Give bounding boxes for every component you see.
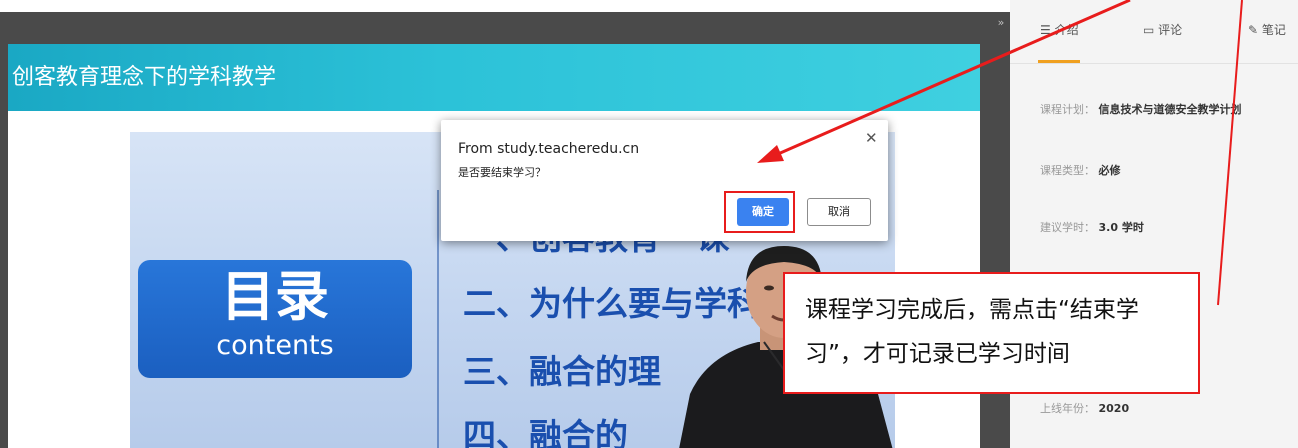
suggested-hours-label: 建议学时： bbox=[1040, 221, 1095, 234]
top-strip bbox=[0, 0, 1010, 12]
tab-notes[interactable]: ✎ 笔记 bbox=[1248, 22, 1286, 38]
release-year-label: 上线年份： bbox=[1040, 402, 1095, 415]
info-release-year: 上线年份： 2020 bbox=[1040, 401, 1129, 417]
pencil-icon: ✎ bbox=[1248, 23, 1259, 37]
suggested-hours-value: 3.0 学时 bbox=[1098, 221, 1144, 234]
annotation-text: 课程学习完成后，需点击“结束学习”，才可记录已学习时间 bbox=[805, 297, 1139, 367]
slide-divider bbox=[437, 190, 439, 448]
comment-icon: ▭ bbox=[1143, 23, 1155, 37]
close-icon[interactable]: ✕ bbox=[865, 130, 878, 146]
course-type-value: 必修 bbox=[1098, 164, 1121, 177]
info-suggested-hours: 建议学时： 3.0 学时 bbox=[1040, 220, 1144, 236]
info-course-plan: 课程计划： 信息技术与道德安全教学计划 bbox=[1040, 102, 1242, 118]
cancel-button[interactable]: 取消 bbox=[807, 198, 871, 226]
slide-line-4: 四、融合的 bbox=[463, 416, 628, 448]
dialog-message: 是否要结束学习？ bbox=[458, 166, 546, 179]
annotation-callout: 课程学习完成后，需点击“结束学习”，才可记录已学习时间 bbox=[783, 272, 1200, 394]
collapse-panel-icon[interactable]: » bbox=[995, 16, 1007, 30]
dialog-origin: From study.teacheredu.cn bbox=[458, 141, 640, 157]
release-year-value: 2020 bbox=[1098, 402, 1130, 415]
slide-toc-box: 目录 contents bbox=[138, 260, 412, 378]
list-icon: ☰ bbox=[1040, 23, 1051, 37]
tab-divider bbox=[1010, 63, 1298, 64]
tab-comments[interactable]: ▭ 评论 bbox=[1143, 22, 1182, 38]
slide-line-3: 三、融合的理 bbox=[463, 352, 661, 391]
course-type-label: 课程类型： bbox=[1040, 164, 1095, 177]
tab-comments-label: 评论 bbox=[1158, 23, 1183, 37]
slide-toc-title: 目录 bbox=[221, 265, 329, 328]
tab-intro-label: 介绍 bbox=[1054, 23, 1079, 37]
slide-toc-subtitle: contents bbox=[216, 330, 334, 361]
info-course-type: 课程类型： 必修 bbox=[1040, 163, 1121, 179]
course-title: 创客教育理念下的学科教学 bbox=[12, 65, 277, 90]
tab-notes-label: 笔记 bbox=[1261, 23, 1286, 37]
course-plan-label: 课程计划： bbox=[1040, 103, 1095, 116]
ok-button-highlight bbox=[724, 191, 795, 233]
course-plan-value: 信息技术与道德安全教学计划 bbox=[1098, 103, 1242, 116]
tab-intro[interactable]: ☰ 介绍 bbox=[1040, 22, 1079, 38]
confirm-dialog: From study.teacheredu.cn 是否要结束学习？ ✕ 确定 取… bbox=[441, 120, 888, 241]
